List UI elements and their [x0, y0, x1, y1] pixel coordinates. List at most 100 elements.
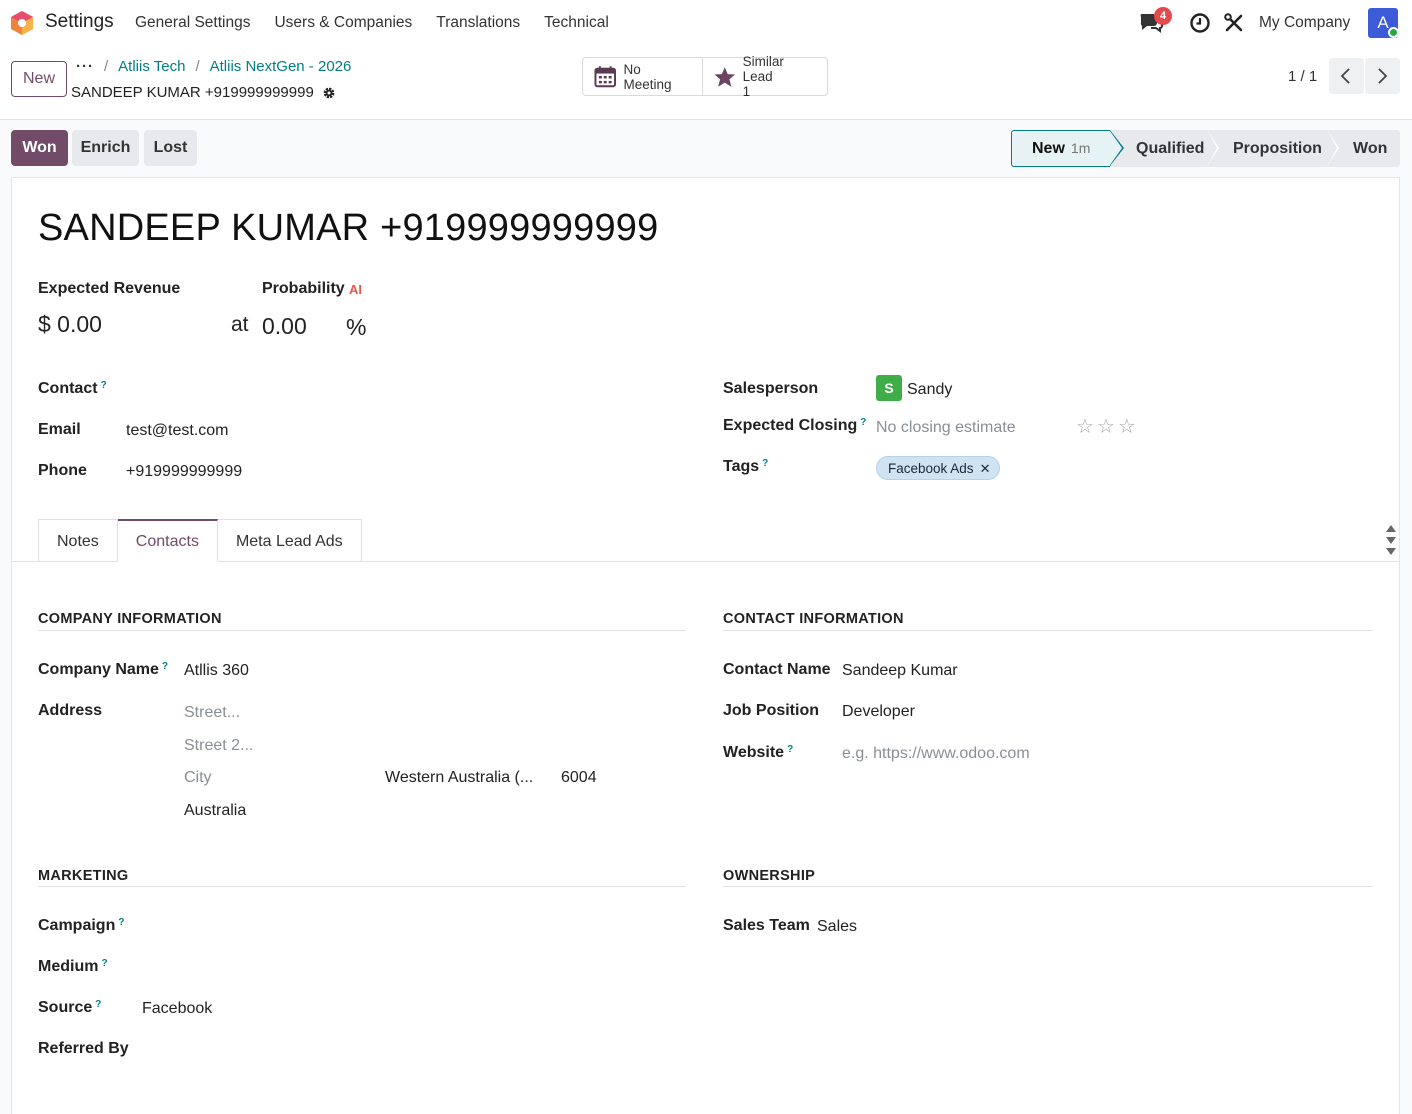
menu-technical[interactable]: Technical — [544, 14, 609, 32]
job-position-label: Job Position — [723, 702, 819, 719]
percent-sign: % — [346, 314, 367, 340]
star-icon — [714, 66, 736, 87]
chat-count-badge: 4 — [1154, 7, 1172, 25]
help-icon: ? — [95, 999, 102, 1010]
salesperson-label: Salesperson — [723, 380, 819, 397]
calendar-icon — [594, 66, 617, 88]
zip-field[interactable]: 6004 — [561, 769, 597, 787]
company-info-title: COMPANY INFORMATION — [38, 611, 222, 627]
pager-previous-button[interactable] — [1329, 58, 1364, 94]
scroll-arrows-icon[interactable] — [1385, 524, 1397, 558]
stage-proposition[interactable]: Proposition — [1207, 130, 1339, 167]
source-field[interactable]: Facebook — [142, 1000, 212, 1018]
tab-contacts[interactable]: Contacts — [117, 519, 218, 562]
stage-time-badge: 1m — [1070, 140, 1091, 156]
tab-meta-lead-ads[interactable]: Meta Lead Ads — [217, 519, 362, 562]
control-panel: New ··· / Atliis Tech / Atliis NextGen -… — [0, 46, 1412, 120]
similar-lead-smart-button[interactable]: Similar Lead 1 — [702, 54, 827, 99]
tag-facebook-ads[interactable]: Facebook Ads ✕ — [876, 456, 1001, 480]
enrich-button[interactable]: Enrich — [72, 130, 139, 166]
sales-team-field[interactable]: Sales — [817, 918, 857, 936]
website-input[interactable]: e.g. https://www.odoo.com — [842, 745, 1030, 763]
job-position-field[interactable]: Developer — [842, 703, 915, 721]
odoo-logo-icon[interactable] — [10, 10, 34, 36]
help-icon: ? — [161, 661, 169, 672]
pager-value[interactable]: 1 / 1 — [1288, 68, 1317, 85]
help-icon: ? — [860, 417, 867, 428]
form-sheet — [11, 177, 1400, 1114]
phone-field[interactable]: +919999999999 — [126, 463, 242, 481]
statusbar-row: Won Enrich Lost New 1m Qualified Proposit… — [0, 121, 1412, 175]
breadcrumb: / Atliis Tech / Atliis NextGen - 2026 — [104, 58, 351, 75]
lead-title-field[interactable]: SANDEEP KUMAR +919999999999 — [38, 207, 658, 250]
star-icon[interactable]: ☆ — [1097, 416, 1118, 438]
new-record-button[interactable]: New — [11, 61, 67, 97]
expected-revenue-field[interactable]: $ 0.00 — [38, 311, 102, 338]
tags-label: Tags? — [723, 458, 769, 475]
gear-icon[interactable] — [322, 86, 336, 100]
breadcrumb-atliis-nextgen[interactable]: Atliis NextGen - 2026 — [210, 58, 352, 75]
expected-closing-field[interactable]: No closing estimate — [876, 419, 1016, 437]
city-input[interactable]: City — [184, 769, 212, 787]
menu-translations[interactable]: Translations — [436, 14, 520, 32]
tag-label: Facebook Ads — [888, 461, 974, 476]
help-icon: ? — [100, 380, 107, 391]
breadcrumb-atliis-tech[interactable]: Atliis Tech — [118, 58, 185, 75]
salesperson-field[interactable]: Sandy — [907, 381, 952, 399]
stage-new[interactable]: New 1m — [1011, 130, 1124, 167]
stage-proposition-label: Proposition — [1233, 140, 1322, 157]
priority-stars: ☆☆☆ — [1076, 414, 1139, 439]
state-field[interactable]: Western Australia (... — [385, 769, 533, 787]
street-input[interactable]: Street... — [184, 704, 240, 722]
close-icon[interactable]: ✕ — [980, 461, 991, 476]
email-field[interactable]: test@test.com — [126, 422, 229, 440]
source-label: Source? — [38, 999, 102, 1016]
help-icon: ? — [762, 458, 769, 469]
tab-notes[interactable]: Notes — [38, 519, 118, 562]
expected-closing-label: Expected Closing? — [723, 417, 867, 434]
section-divider — [723, 630, 1372, 631]
menu-users-companies[interactable]: Users & Companies — [274, 14, 412, 32]
contact-name-field[interactable]: Sandeep Kumar — [842, 662, 958, 680]
country-field[interactable]: Australia — [184, 802, 246, 820]
menu-general-settings[interactable]: General Settings — [135, 14, 250, 32]
breadcrumb-separator: / — [195, 58, 200, 75]
referred-by-label: Referred By — [38, 1040, 129, 1057]
breadcrumb-separator: / — [104, 58, 109, 75]
stage-won-label: Won — [1353, 140, 1388, 157]
notebook-tabs: Notes Contacts Meta Lead Ads — [38, 519, 362, 562]
street2-input[interactable]: Street 2... — [184, 737, 253, 755]
meeting-label: No Meeting — [623, 61, 672, 92]
clock-icon[interactable] — [1189, 12, 1211, 34]
mark-won-button[interactable]: Won — [11, 130, 68, 166]
sales-team-label: Sales Team — [723, 917, 810, 934]
at-label: at — [231, 313, 249, 336]
meeting-smart-button[interactable]: No Meeting — [583, 58, 702, 95]
website-label: Website? — [723, 744, 794, 761]
debug-tools-icon[interactable] — [1223, 12, 1245, 34]
pager-next-button[interactable] — [1365, 58, 1400, 94]
company-switcher[interactable]: My Company — [1259, 14, 1350, 32]
stage-qualified[interactable]: Qualified — [1110, 130, 1219, 167]
mark-lost-button[interactable]: Lost — [144, 130, 197, 166]
address-label: Address — [38, 702, 103, 719]
record-name-text: SANDEEP KUMAR +919999999999 — [71, 84, 314, 101]
help-icon: ? — [101, 958, 108, 969]
top-menu: General Settings Users & Companies Trans… — [135, 14, 609, 32]
star-icon[interactable]: ☆ — [1076, 416, 1097, 438]
smart-buttons: No Meeting Similar Lead 1 — [582, 54, 828, 99]
ai-probability-icon[interactable]: AI — [349, 282, 362, 297]
breadcrumb-more-button[interactable]: ··· — [76, 58, 94, 75]
star-icon[interactable]: ☆ — [1118, 416, 1139, 438]
stage-separator — [1327, 130, 1337, 166]
company-name-field[interactable]: Atllis 360 — [184, 662, 249, 680]
help-icon: ? — [118, 917, 125, 928]
marketing-title: MARKETING — [38, 868, 129, 884]
section-divider — [723, 886, 1372, 887]
probability-field[interactable]: 0.00 — [262, 313, 307, 340]
campaign-label: Campaign? — [38, 917, 125, 934]
app-title[interactable]: Settings — [45, 11, 114, 33]
probability-label: Probability — [262, 280, 345, 297]
ownership-title: OWNERSHIP — [723, 868, 816, 884]
contact-label: Contact? — [38, 380, 107, 397]
